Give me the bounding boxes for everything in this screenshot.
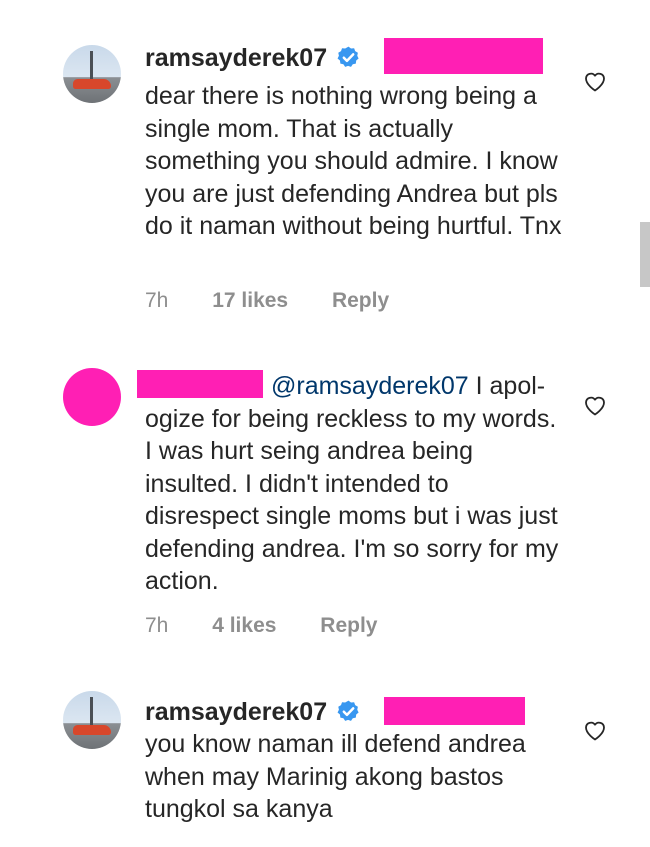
comment-meta: 7h 4 likes Reply: [145, 614, 377, 638]
verified-badge-icon: [337, 46, 359, 67]
username[interactable]: ramsayderek07: [145, 698, 327, 726]
timestamp: 7h: [145, 614, 169, 637]
comment-meta: 7h 17 likes Reply: [145, 289, 389, 313]
verified-badge-icon: [337, 700, 359, 721]
comment-header: ramsayderek07: [145, 44, 361, 73]
scrollbar-thumb[interactable]: [640, 222, 650, 287]
heart-outline-icon[interactable]: [583, 70, 607, 92]
username[interactable]: ramsayderek07: [145, 44, 327, 72]
timestamp: 7h: [145, 289, 169, 312]
mention-link[interactable]: @ramsayderek07: [271, 372, 469, 400]
likes-count[interactable]: 17 likes: [212, 289, 288, 313]
likes-count[interactable]: 4 likes: [212, 614, 276, 638]
comment-header: ramsayderek07: [145, 698, 361, 727]
comment-text: @ramsayderek07 I apol-ogize for being re…: [145, 372, 559, 595]
commenter-avatar[interactable]: [63, 45, 121, 103]
heart-outline-icon[interactable]: [583, 719, 607, 741]
heart-outline-icon[interactable]: [583, 394, 607, 416]
comment-text: dear there is nothing wrong being a sing…: [145, 82, 562, 240]
commenter-avatar[interactable]: [63, 691, 121, 749]
redacted-name: [384, 697, 525, 725]
reply-button[interactable]: Reply: [320, 614, 377, 638]
commenter-avatar[interactable]: [63, 368, 121, 426]
comment-text: you know naman ill defend andrea when ma…: [145, 730, 526, 823]
redacted-name: [384, 38, 543, 74]
reply-button[interactable]: Reply: [332, 289, 389, 313]
